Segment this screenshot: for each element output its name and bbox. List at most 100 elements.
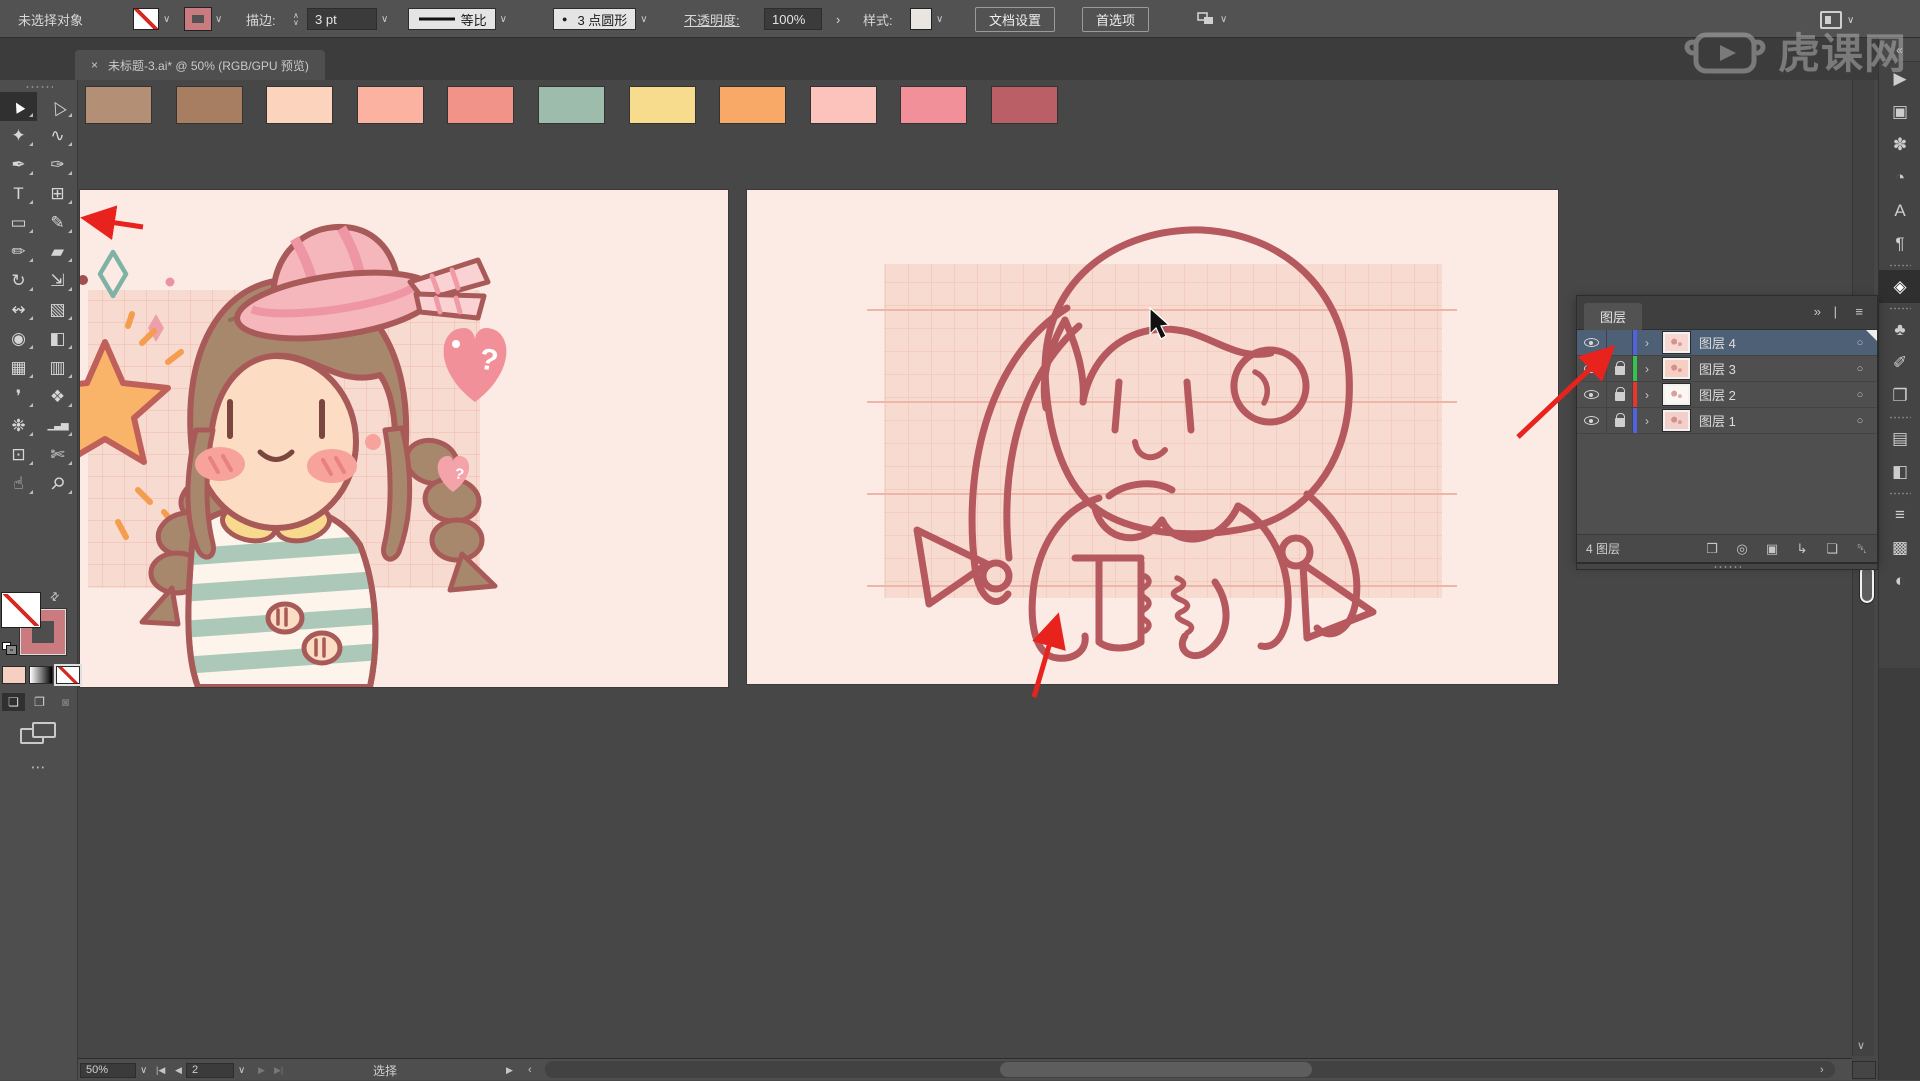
edit-toolbar-ellipsis-icon[interactable]: ⋯ [0, 758, 78, 776]
artboards-panel-icon[interactable]: ▣ [1879, 95, 1920, 128]
chevron-down-icon[interactable]: ∨ [1220, 14, 1227, 25]
slice-tool[interactable]: ✄ [39, 440, 76, 469]
layer-name[interactable]: 图层 3 [1699, 359, 1843, 378]
scale-tool[interactable]: ⇲ [39, 266, 76, 295]
transparency-panel-icon[interactable]: ◐ [1879, 564, 1920, 597]
stroke-weight-field[interactable]: 3 pt ∨ [307, 0, 388, 38]
swatch-tan[interactable] [85, 86, 152, 124]
dock-divider[interactable] [1879, 303, 1920, 313]
target-circle-icon[interactable]: ○ [1843, 363, 1877, 375]
paintbrush-tool[interactable]: ✎ [39, 208, 76, 237]
delete-layer-icon[interactable]: ␡ [1847, 541, 1877, 557]
lasso-tool[interactable]: ∿ [39, 121, 76, 150]
swatch-pink[interactable] [900, 86, 967, 124]
fill-color-button[interactable]: ∨ [133, 0, 170, 38]
default-fill-stroke-icon[interactable] [2, 642, 16, 654]
actions-panel-icon[interactable]: ▶ [1879, 62, 1920, 95]
preferences-button[interactable]: 首选项 [1082, 0, 1149, 38]
scroll-left-arrow-icon[interactable]: ‹ [528, 1059, 532, 1081]
visibility-toggle[interactable] [1577, 356, 1607, 381]
mesh-tool[interactable]: ▦ [0, 353, 37, 382]
vertical-scrollbar-thumb[interactable] [1860, 565, 1874, 603]
magic-wand-tool[interactable]: ✦ [0, 121, 37, 150]
align-options-button[interactable]: ∨ [1196, 0, 1227, 38]
stepper-icon[interactable]: ∧∨ [293, 12, 299, 26]
stroke-color-button[interactable]: ∨ [185, 0, 222, 38]
图层 4[interactable]: › 图层 4 ○ [1577, 330, 1877, 356]
stroke-weight-stepper[interactable]: ∧∨ [293, 0, 303, 38]
direct-selection-tool[interactable]: △ [39, 92, 76, 121]
swatch-orange[interactable] [719, 86, 786, 124]
layer-thumbnail[interactable] [1663, 332, 1690, 353]
swatch-dark-rose[interactable] [991, 86, 1058, 124]
change-screen-mode-icon[interactable] [20, 722, 58, 746]
swatch-coral[interactable] [447, 86, 514, 124]
gradient-panel-icon[interactable]: ▩ [1879, 531, 1920, 564]
paragraph-panel-icon[interactable]: ¶ [1879, 227, 1920, 260]
chevron-down-icon[interactable]: ∨ [1847, 15, 1854, 26]
panel-resize-grip[interactable] [1576, 563, 1878, 570]
type-tool[interactable]: T [0, 179, 37, 208]
document-tab[interactable]: × 未标题-3.ai* @ 50% (RGB/GPU 预览) [75, 50, 325, 80]
shaper-tool[interactable]: ✏ [0, 237, 37, 266]
toolbar-drag-handle[interactable] [25, 85, 53, 89]
last-artboard-button[interactable]: ▶| [274, 1059, 283, 1081]
target-circle-icon[interactable]: ○ [1843, 389, 1877, 401]
status-play-icon[interactable]: ▶ [506, 1059, 513, 1081]
eraser-tool[interactable]: ▰ [39, 237, 76, 266]
draw-normal-mode-icon[interactable]: ❏ [2, 693, 25, 711]
none-button[interactable] [56, 666, 80, 684]
shape-builder-tool[interactable]: ◉ [0, 324, 37, 353]
symbol-sprayer-tool[interactable]: ❉ [0, 411, 37, 440]
new-layer-icon[interactable]: ❏ [1817, 541, 1847, 557]
opacity-label[interactable]: 不透明度: [684, 0, 740, 38]
gradient-tool[interactable]: ▥ [39, 353, 76, 382]
lock-toggle[interactable] [1607, 408, 1633, 433]
target-circle-icon[interactable]: ○ [1843, 415, 1877, 427]
chevron-down-icon[interactable]: ∨ [640, 14, 647, 25]
artboard-1-colored-girl[interactable]: ? ? [80, 190, 728, 687]
character-styles-panel-icon[interactable]: A [1879, 194, 1920, 227]
chevron-down-icon[interactable]: ∨ [381, 14, 388, 25]
artboard-2-sketch-girl[interactable] [747, 190, 1558, 684]
hand-tool[interactable]: ☝ [0, 469, 37, 498]
panel-menu-icon[interactable]: ≡ [1855, 304, 1863, 319]
style-swatch-button[interactable]: ∨ [910, 0, 943, 38]
layers-panel-icon[interactable]: ◈ [1879, 270, 1920, 303]
fill-proxy-swatch[interactable] [1, 592, 41, 628]
rectangle-tool[interactable]: ▭ [0, 208, 37, 237]
chevron-down-icon[interactable]: ∨ [238, 1065, 245, 1076]
collect-for-export-icon[interactable]: ❒ [1697, 541, 1727, 557]
artboard-tool[interactable]: ⊡ [0, 440, 37, 469]
live-paint-bucket-tool[interactable]: ◧ [39, 324, 76, 353]
图层 2[interactable]: › 图层 2 ○ [1577, 382, 1877, 408]
dock-divider[interactable] [1879, 488, 1920, 498]
layer-name[interactable]: 图层 1 [1699, 411, 1843, 430]
color-button[interactable] [2, 666, 26, 684]
swatches-panel-icon[interactable]: ❐ [1879, 379, 1920, 412]
dock-divider[interactable] [1879, 260, 1920, 270]
swatch-sage-green[interactable] [538, 86, 605, 124]
collapse-dock-button[interactable]: « [1879, 38, 1920, 62]
opacity-field[interactable]: 100% [764, 0, 822, 38]
new-sublayer-icon[interactable]: ↳ [1787, 541, 1817, 557]
pathfinder-panel-icon[interactable]: ◧ [1879, 455, 1920, 488]
close-icon[interactable]: × [91, 58, 98, 72]
horizontal-scrollbar[interactable] [545, 1061, 1835, 1078]
brushes-panel-icon[interactable]: ✐ [1879, 346, 1920, 379]
dock-divider[interactable] [1879, 412, 1920, 422]
document-setup-button[interactable]: 文档设置 [975, 0, 1055, 38]
artboard-number-field[interactable]: 2 ∨ [186, 1059, 245, 1081]
chevron-down-icon[interactable]: ∨ [215, 14, 222, 25]
visibility-toggle[interactable] [1577, 408, 1607, 433]
eyedropper-tool[interactable]: ❜ [0, 382, 37, 411]
horizontal-scrollbar-thumb[interactable] [1000, 1062, 1312, 1077]
zoom-tool[interactable]: ⚲ [39, 469, 76, 498]
gradient-button[interactable] [29, 666, 53, 684]
expand-chevron-icon[interactable]: › [1645, 336, 1659, 350]
swatch-light-pink[interactable] [810, 86, 877, 124]
align-panel-icon[interactable]: ▤ [1879, 422, 1920, 455]
layers-tab[interactable]: 图层 [1584, 303, 1642, 330]
previous-artboard-button[interactable]: ◀ [175, 1059, 182, 1081]
chevron-down-icon[interactable]: ∨ [140, 1065, 147, 1076]
